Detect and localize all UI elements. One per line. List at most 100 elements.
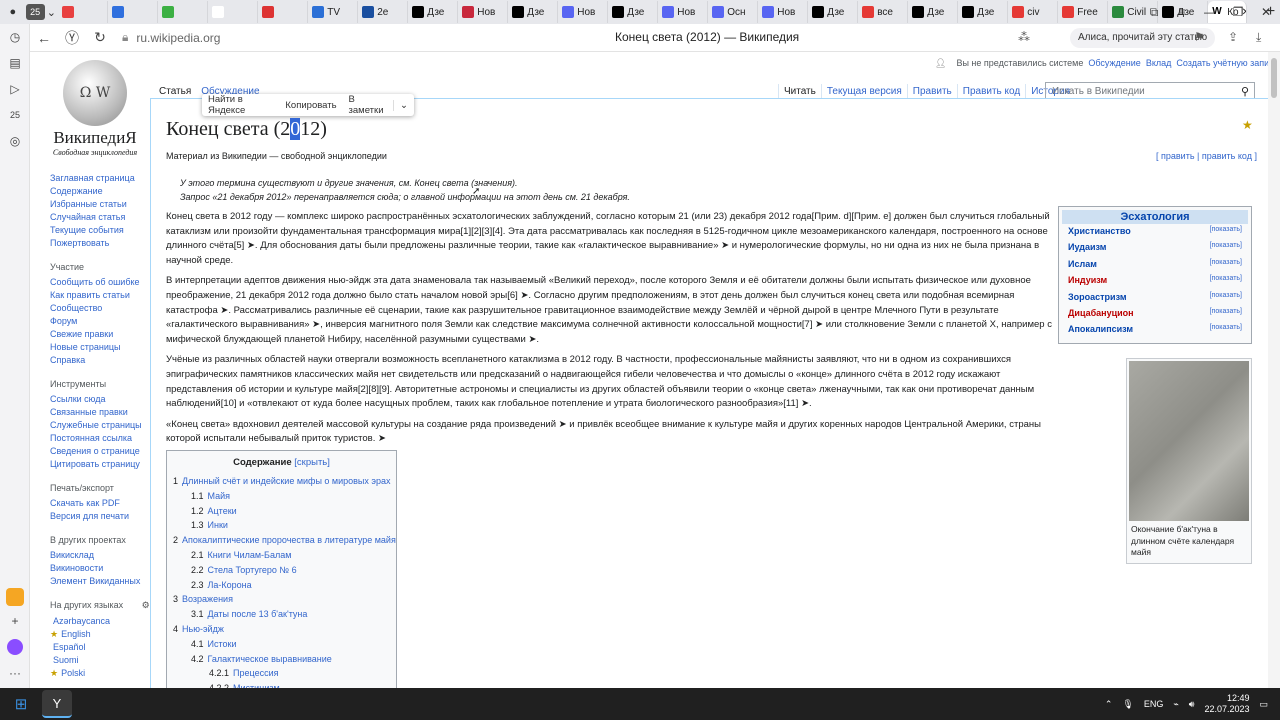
toc-link[interactable]: Возражения [182, 594, 233, 604]
navbox-link[interactable]: Христианство [1068, 226, 1131, 238]
gear-icon[interactable]: ⚙ [142, 600, 150, 610]
app-icon[interactable] [0, 584, 30, 610]
tab-article[interactable]: Статья [154, 86, 196, 97]
tab-counter[interactable]: 25 [25, 4, 45, 20]
navbox-show-link[interactable]: [показать] [1210, 226, 1242, 238]
bookmarks-icon[interactable]: ⧉ [1140, 5, 1168, 20]
nav-link[interactable]: Сообщество [50, 302, 154, 315]
nav-link[interactable]: Ссылки сюда [50, 393, 154, 406]
nav-link[interactable]: Сведения о странице [50, 445, 154, 458]
nav-link[interactable]: Версия для печати [50, 510, 154, 523]
calendar-icon[interactable]: 25 [0, 102, 30, 128]
toc-link[interactable]: Инки [208, 520, 228, 530]
nav-link[interactable]: Новые страницы [50, 341, 154, 354]
navbox-show-link[interactable]: [показать] [1210, 242, 1242, 254]
navbox-show-link[interactable]: [показать] [1210, 275, 1242, 287]
toc-item[interactable]: 1 Длинный счёт и индейские мифы о мировых… [173, 474, 391, 489]
language-link[interactable]: ★ English [50, 628, 154, 641]
browser-tab[interactable]: Нов [658, 1, 709, 23]
navbox-link[interactable]: Индуизм [1068, 275, 1107, 287]
maximize-icon[interactable]: ❐ [1224, 5, 1252, 19]
popup-copy-button[interactable]: Копировать [279, 100, 342, 111]
navbox-show-link[interactable]: [показать] [1210, 308, 1242, 320]
toc-link[interactable]: Длинный счёт и индейские мифы о мировых … [182, 476, 390, 486]
toc-item[interactable]: 1.1 Майя [173, 489, 390, 504]
toc-item[interactable]: 4.2 Галактическое выравнивание [173, 652, 390, 667]
search-icon[interactable]: ⚲ [1241, 85, 1249, 98]
browser-tab[interactable] [208, 1, 259, 23]
wikipedia-logo[interactable]: Ω W ВикипедиЯ Свободная энциклопедия [45, 60, 145, 157]
browser-tab[interactable]: Нов [758, 1, 809, 23]
play-icon[interactable]: ▷ [0, 76, 30, 102]
toc-item[interactable]: 1.3 Инки [173, 518, 390, 533]
yandex-icon[interactable]: Ⓨ [58, 28, 86, 48]
toc-link[interactable]: Истоки [208, 639, 237, 649]
toc-item[interactable]: 3.1 Даты после 13 б'ак'туна [173, 607, 390, 622]
popup-notes-button[interactable]: В заметки [343, 94, 393, 116]
chevron-down-icon[interactable]: ⌄ [45, 2, 59, 22]
yandex-menu-icon[interactable]: ● [0, 2, 26, 22]
nav-link[interactable]: Текущие события [50, 224, 154, 237]
personal-link[interactable]: Вклад [1146, 58, 1172, 68]
notifications-icon[interactable]: ▭ [1259, 699, 1268, 710]
windows-start-icon[interactable]: ⊞ [0, 695, 42, 713]
language-link[interactable]: Suomi [50, 654, 154, 667]
translate-icon[interactable]: ⁂ [1018, 30, 1030, 44]
toc-item[interactable]: 2.3 Ла-Корона [173, 578, 390, 593]
reload-icon[interactable]: ↻ [86, 29, 114, 46]
url-field[interactable]: ru.wikipedia.org [136, 31, 220, 45]
navbox-link[interactable]: Ислам [1068, 259, 1097, 271]
language-link[interactable]: ★ Polski [50, 667, 154, 680]
toc-item[interactable]: 3 Возражения [173, 592, 390, 607]
browser-tab[interactable]: Нов [558, 1, 609, 23]
browser-tab[interactable]: Дзе [508, 1, 559, 23]
browser-tab[interactable]: Нов [458, 1, 509, 23]
toc-link[interactable]: Галактическое выравнивание [208, 654, 332, 664]
network-icon[interactable]: ⌁ [1173, 699, 1178, 710]
navbox-show-link[interactable]: [показать] [1210, 259, 1242, 271]
nav-link[interactable]: Содержание [50, 185, 154, 198]
history-icon[interactable]: ◷ [0, 24, 30, 50]
navbox-show-link[interactable]: [показать] [1210, 324, 1242, 336]
toc-hide-link[interactable]: [скрыть] [294, 457, 330, 468]
more-icon[interactable]: ··· [0, 660, 30, 686]
add-panel-icon[interactable]: + [0, 608, 30, 634]
toc-item[interactable]: 4.2.2Мистицизм [173, 681, 390, 688]
personal-link[interactable]: Создать учётную запись [1176, 58, 1268, 68]
toc-item[interactable]: 1.2 Ацтеки [173, 504, 390, 519]
scrollbar[interactable] [1268, 52, 1280, 688]
share-icon[interactable]: ⇪ [1228, 30, 1238, 44]
toc-link[interactable]: Нью-эйдж [182, 624, 224, 634]
volume-icon[interactable]: 🔊︎ [1189, 699, 1195, 710]
edit-links[interactable]: [ править | править код ] [1156, 151, 1257, 161]
popup-search-button[interactable]: Найти в Яндексе [202, 94, 279, 116]
nav-link[interactable]: Пожертвовать [50, 237, 154, 250]
nav-link[interactable]: Заглавная страница [50, 172, 154, 185]
personal-link[interactable]: Обсуждение [1088, 58, 1140, 68]
toc-item[interactable]: 2.1 Книги Чилам-Балам [173, 548, 390, 563]
toc-item[interactable]: 4.1 Истоки [173, 637, 390, 652]
toc-link[interactable]: Даты после 13 б'ак'туна [208, 609, 308, 619]
toc-item[interactable]: 4 Нью-эйдж [173, 622, 390, 637]
chevron-up-icon[interactable]: ⌃ [1105, 699, 1113, 710]
yandex-browser-taskbar-icon[interactable]: Y [42, 690, 72, 718]
alice-icon[interactable] [0, 634, 30, 660]
close-window-icon[interactable]: ✕ [1252, 5, 1280, 19]
nav-link[interactable]: Избранные статьи [50, 198, 154, 211]
bookmark-icon[interactable]: ⚑ [1194, 30, 1205, 44]
nav-link[interactable]: Скачать как PDF [50, 497, 154, 510]
navbox-show-link[interactable]: [показать] [1210, 292, 1242, 304]
star-icon[interactable]: ★ [1242, 118, 1253, 132]
nav-link[interactable]: Случайная статья [50, 211, 154, 224]
browser-tab[interactable]: все [858, 1, 909, 23]
stela-image[interactable] [1129, 361, 1249, 521]
navbox-link[interactable]: Иудаизм [1068, 242, 1106, 254]
nav-link[interactable]: Свежие правки [50, 328, 154, 341]
navbox-link[interactable]: Зороастризм [1068, 292, 1127, 304]
browser-tab[interactable]: Дзе [408, 1, 459, 23]
nav-link[interactable]: Служебные страницы [50, 419, 154, 432]
nav-link[interactable]: Форум [50, 315, 154, 328]
view-tab[interactable]: Текущая версия [820, 84, 907, 99]
download-icon[interactable]: ⤓ [1256, 30, 1261, 45]
toc-link[interactable]: Книги Чилам-Балам [208, 550, 292, 560]
